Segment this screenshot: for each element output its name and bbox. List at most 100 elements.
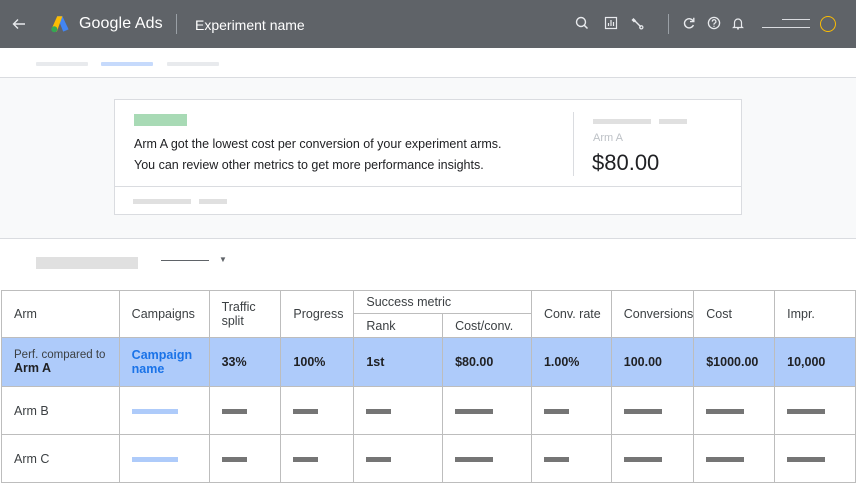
avatar[interactable]	[820, 16, 836, 32]
col-header-arm: Arm	[1, 290, 120, 338]
arm-cell: Arm B	[1, 386, 120, 435]
value-placeholder	[706, 408, 745, 414]
traffic-split-cell: 33%	[208, 337, 282, 387]
text-placeholder	[593, 119, 651, 124]
campaign-cell: Campaign name	[118, 337, 210, 387]
dropdown-arrow-icon[interactable]: ▼	[219, 255, 227, 264]
text-placeholder	[659, 119, 687, 124]
footer-link-placeholder[interactable]	[199, 199, 227, 204]
rank-cell	[353, 434, 444, 483]
conv-rate-cell: 1.00%	[530, 337, 612, 387]
experiment-results-table: Arm Campaigns Traffic split Progress Suc…	[1, 290, 856, 483]
progress-cell	[280, 386, 355, 435]
insight-card: Arm A got the lowest cost per conversion…	[114, 99, 742, 215]
traffic-split-cell	[208, 434, 282, 483]
metric-value: $80.00	[592, 150, 660, 175]
notifications-icon[interactable]	[729, 14, 747, 32]
rank-cell: 1st	[353, 337, 444, 387]
value-placeholder	[366, 408, 392, 414]
account-id-placeholder	[762, 27, 810, 28]
cost-conv-cell: $80.00	[442, 337, 532, 387]
search-icon[interactable]	[573, 14, 591, 32]
filter-row: ▼	[0, 238, 856, 290]
cost-cell: $1000.00	[693, 337, 776, 387]
impr-cell	[774, 434, 856, 483]
value-placeholder	[293, 456, 319, 462]
top-app-bar: Google Ads Experiment name	[0, 0, 856, 48]
cost-conv-cell	[442, 386, 532, 435]
cost-cell	[693, 386, 776, 435]
value-placeholder	[623, 408, 662, 414]
filter-placeholder	[36, 257, 138, 269]
product-name: Google Ads	[79, 15, 163, 32]
conv-rate-cell	[530, 386, 612, 435]
table-row-arm-c: Arm C	[1, 434, 856, 483]
cost-conv-cell	[442, 434, 532, 483]
footer-link-placeholder[interactable]	[133, 199, 191, 204]
tab-placeholder[interactable]	[167, 62, 219, 66]
impr-cell	[774, 386, 856, 435]
arm-cell: Perf. compared to Arm A	[1, 337, 120, 387]
perf-compared-label: Perf. compared to	[14, 349, 106, 361]
tools-icon[interactable]	[628, 14, 646, 32]
account-name-placeholder	[782, 19, 810, 20]
col-header-progress: Progress	[280, 290, 355, 338]
refresh-icon[interactable]	[680, 14, 698, 32]
progress-cell	[280, 434, 355, 483]
insight-text-line1: Arm A got the lowest cost per conversion…	[134, 137, 502, 151]
cost-cell	[693, 434, 776, 483]
header-divider	[176, 14, 177, 34]
col-header-conversions: Conversions	[610, 290, 695, 338]
impr-cell: 10,000	[774, 337, 856, 387]
value-placeholder	[706, 456, 745, 462]
value-placeholder	[787, 456, 826, 462]
arm-cell: Arm C	[1, 434, 120, 483]
value-placeholder	[455, 408, 494, 414]
col-header-cost-conv: Cost/conv.	[442, 313, 532, 338]
table-row-arm-a: Perf. compared to Arm A Campaign name 33…	[1, 337, 856, 387]
google-ads-logo-icon	[51, 16, 69, 33]
arrow-back-icon[interactable]	[10, 13, 28, 35]
segment-dropdown[interactable]	[161, 260, 209, 261]
value-placeholder	[543, 456, 569, 462]
tab-strip	[0, 48, 856, 78]
value-placeholder	[543, 408, 569, 414]
help-icon[interactable]	[705, 14, 723, 32]
tab-placeholder-active[interactable]	[101, 62, 153, 66]
col-header-traffic-split: Traffic split	[208, 290, 282, 338]
rank-cell	[353, 386, 444, 435]
value-placeholder	[787, 408, 826, 414]
value-placeholder	[293, 408, 319, 414]
reports-icon[interactable]	[602, 14, 620, 32]
campaign-link-placeholder[interactable]	[131, 456, 178, 462]
col-header-conv-rate: Conv. rate	[530, 290, 612, 338]
metric-label: Arm A	[593, 132, 623, 144]
conv-rate-cell	[530, 434, 612, 483]
value-placeholder	[366, 456, 392, 462]
card-footer-divider	[115, 186, 741, 187]
insight-text-line2: You can review other metrics to get more…	[134, 158, 484, 172]
campaign-link[interactable]: Campaign name	[132, 348, 192, 376]
value-placeholder	[623, 456, 662, 462]
col-header-success-metric: Success metric	[353, 290, 532, 314]
summary-area: Arm A got the lowest cost per conversion…	[0, 78, 856, 238]
insight-tag	[134, 114, 187, 126]
col-header-cost: Cost	[693, 290, 776, 338]
conversions-cell	[610, 386, 695, 435]
card-divider	[573, 112, 574, 176]
tab-placeholder[interactable]	[36, 62, 88, 66]
conversions-cell	[610, 434, 695, 483]
conversions-cell: 100.00	[610, 337, 695, 387]
value-placeholder	[221, 456, 247, 462]
header-divider	[668, 14, 669, 34]
page-title: Experiment name	[195, 17, 305, 33]
value-placeholder	[221, 408, 247, 414]
table-row-arm-b: Arm B	[1, 386, 856, 435]
progress-cell: 100%	[280, 337, 355, 387]
campaign-cell	[118, 434, 210, 483]
col-header-rank: Rank	[353, 313, 444, 338]
value-placeholder	[455, 456, 494, 462]
campaign-link-placeholder[interactable]	[131, 408, 178, 414]
arm-name: Arm A	[14, 361, 52, 375]
traffic-split-cell	[208, 386, 282, 435]
